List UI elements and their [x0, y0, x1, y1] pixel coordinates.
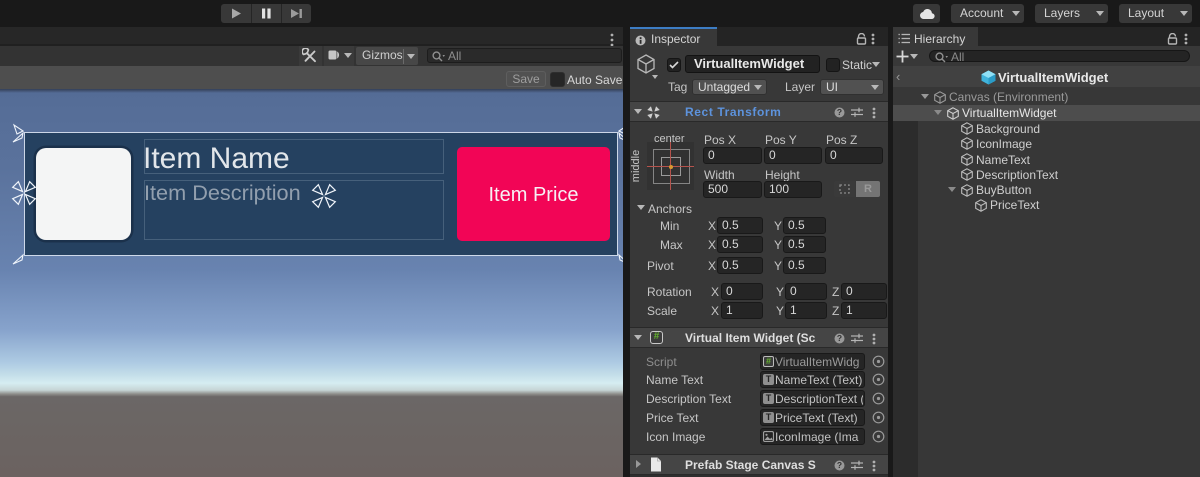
svg-text:?: ?	[837, 107, 842, 117]
svg-text:?: ?	[837, 333, 842, 343]
svg-text:?: ?	[837, 460, 842, 470]
